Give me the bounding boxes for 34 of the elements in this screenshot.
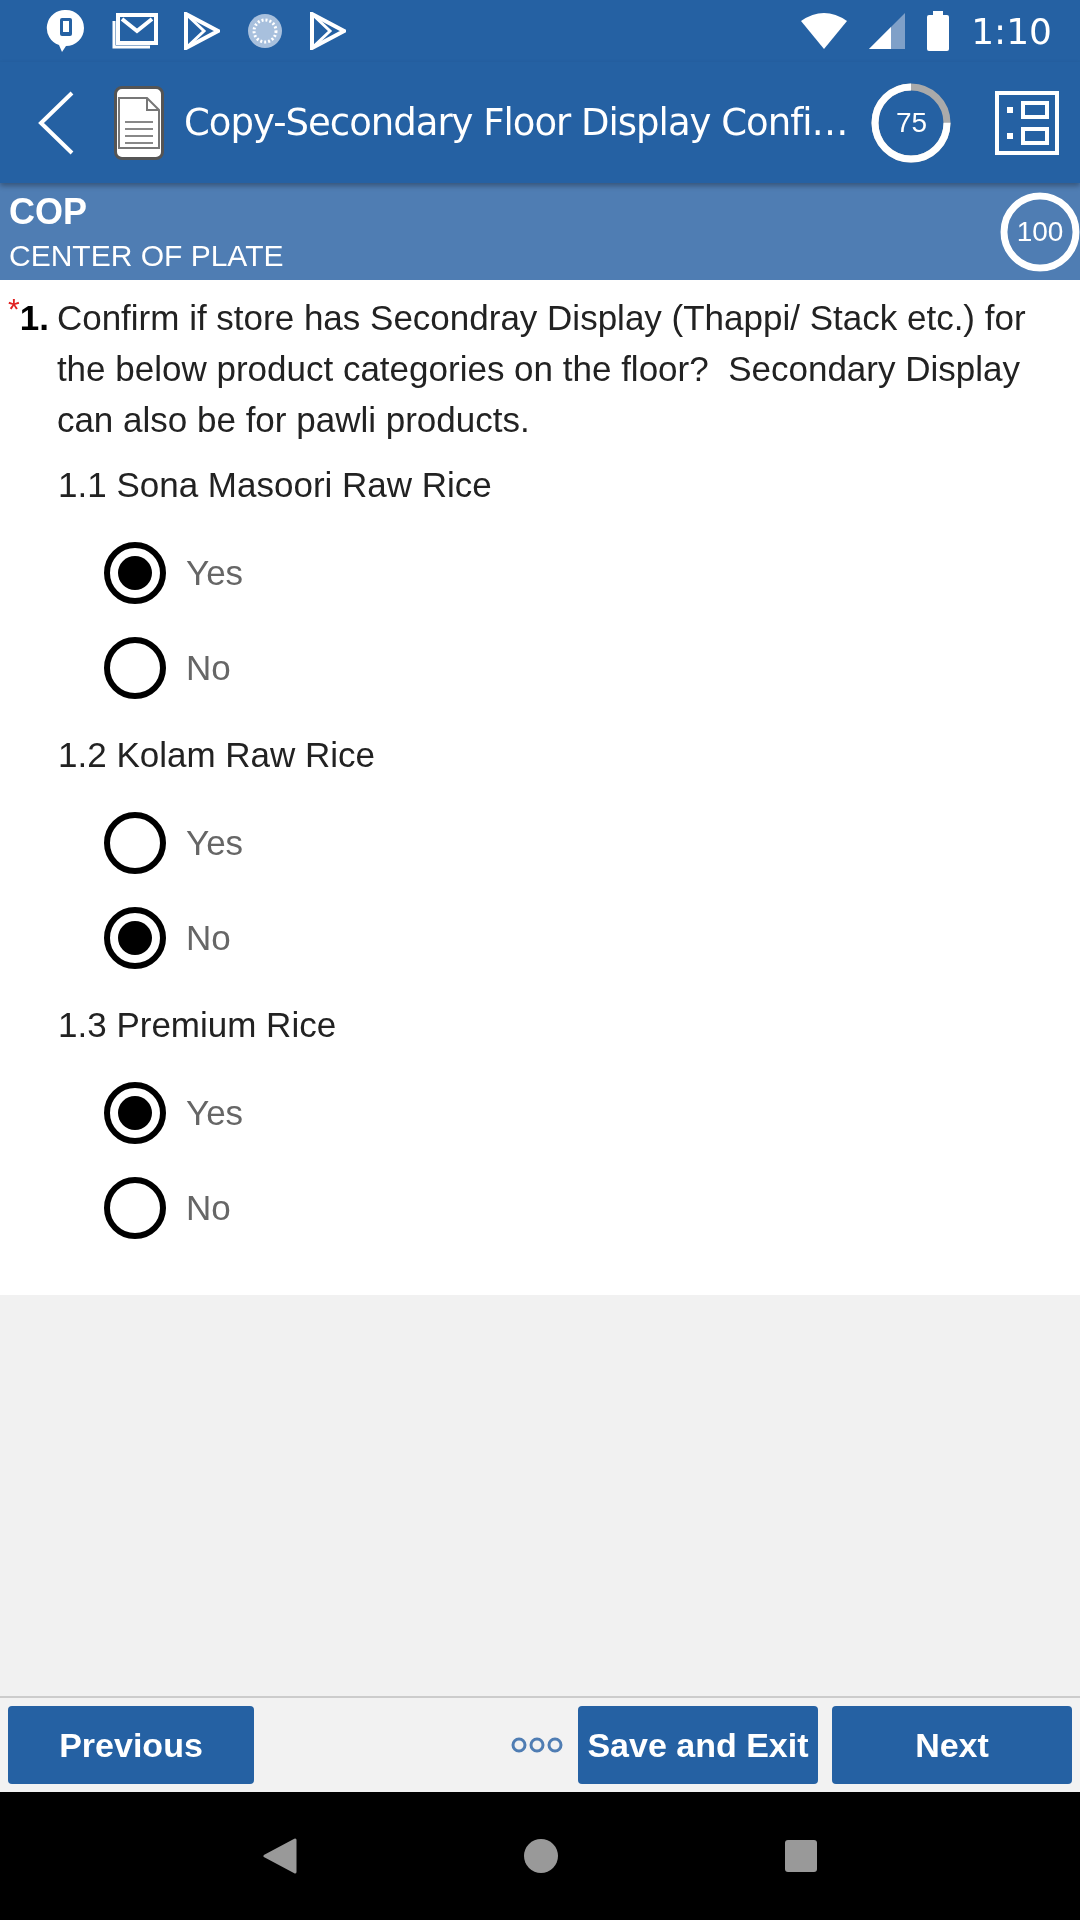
item-label: 1.3 Premium Rice (58, 1005, 338, 1045)
wifi-icon (801, 13, 848, 49)
status-time: 1:10 (971, 10, 1052, 52)
item-label: 1.2 Kolam Raw Rice (58, 735, 377, 775)
signal-icon (869, 13, 906, 49)
next-button[interactable]: Next (832, 1706, 1072, 1784)
document-icon (114, 85, 164, 160)
section-code: COP (9, 190, 88, 233)
chat-icon (46, 8, 86, 54)
layout-icon[interactable] (995, 90, 1060, 155)
section-name: CENTER OF PLATE (9, 238, 285, 273)
item-label: 1.1 Sona Masoori Raw Rice (58, 465, 493, 505)
loading-icon (246, 12, 284, 50)
save-and-exit-button[interactable]: Save and Exit (578, 1706, 818, 1784)
back-button[interactable] (36, 89, 76, 156)
option-label: Yes (186, 552, 244, 593)
recents-icon[interactable] (784, 1840, 817, 1872)
option-label: Yes (186, 1092, 244, 1133)
question-text: Confirm if store has Secondray Display (Thappi/ Stack etc.) for the below product categories on the floor? Secondary Display can also be for pawli products. (56, 297, 1027, 441)
option-label: No (186, 917, 231, 958)
home-icon[interactable] (524, 1839, 558, 1873)
back-icon[interactable] (263, 1838, 298, 1874)
option-label: No (186, 647, 231, 688)
required-mark: * (8, 292, 20, 326)
previous-button[interactable]: Previous (8, 1706, 254, 1784)
option-label: Yes (186, 822, 244, 863)
battery-icon (927, 11, 950, 51)
play-store-icon (310, 12, 346, 50)
play-store-icon (184, 12, 220, 50)
question-number: 1. (19, 297, 49, 339)
mail-icon (112, 13, 158, 49)
more-icon[interactable] (510, 1736, 564, 1754)
form-title: Copy-Secondary Floor Display Confi… (184, 101, 848, 144)
option-label: No (186, 1187, 231, 1228)
